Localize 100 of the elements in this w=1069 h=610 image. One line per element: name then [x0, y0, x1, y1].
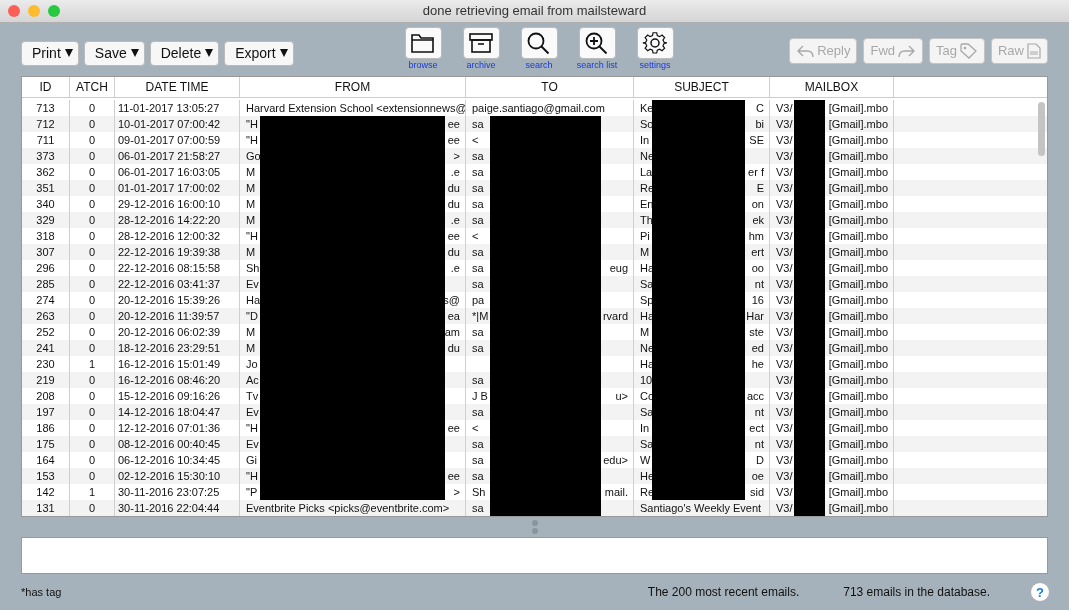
table-cell-text: nt: [754, 437, 764, 453]
table-cell-text: V3/: [776, 485, 793, 501]
toolbar-label[interactable]: search list: [576, 59, 618, 70]
table-cell-text: he: [751, 357, 764, 373]
table-cell-text: [Gmail].mbo: [828, 149, 888, 165]
reply-arrow-icon: [796, 43, 815, 58]
table-cell-text: .e: [450, 261, 460, 277]
table-cell-text: [Gmail].mbo: [828, 421, 888, 437]
toolbar-label[interactable]: settings: [639, 59, 671, 70]
table-cell-text: oo: [751, 261, 764, 277]
table-cell-text: Santiago's Weekly Event: [639, 501, 762, 517]
table-cell-text: sa: [472, 373, 484, 389]
table-cell-text: rvard: [602, 309, 628, 325]
column-header[interactable]: MAILBOX: [770, 77, 894, 98]
table-cell: 0: [70, 436, 115, 453]
table-cell-text: sa: [472, 501, 484, 517]
column-header[interactable]: SUBJECT: [634, 77, 770, 98]
table-cell: 30-11-2016 22:04:44: [115, 500, 240, 517]
toolbar-icon-button[interactable]: [636, 26, 674, 59]
dropdown-button[interactable]: Delete: [149, 40, 220, 66]
table-cell-text: [Gmail].mbo: [828, 197, 888, 213]
toolbar-label[interactable]: search: [525, 59, 553, 70]
table-cell-text: Sh: [472, 485, 486, 501]
table-cell: 16-12-2016 08:46:20: [115, 372, 240, 389]
table-cell: 175: [22, 436, 70, 453]
table-cell-text: [Gmail].mbo: [828, 293, 888, 309]
table-cell-text: sa: [472, 213, 484, 229]
table-cell-text: ek: [752, 213, 764, 229]
table-cell: 22-12-2016 03:41:37: [115, 276, 240, 293]
table-cell-text: am: [444, 325, 460, 341]
table-cell: 14-12-2016 18:04:47: [115, 404, 240, 421]
table-cell-text: u>: [615, 389, 628, 405]
table-cell-text: <: [472, 133, 479, 149]
table-cell-text: [Gmail].mbo: [828, 469, 888, 485]
table-cell-text: V3/: [776, 213, 793, 229]
table-cell-text: V3/: [776, 101, 793, 117]
table-cell-text: du: [447, 181, 460, 197]
table-cell-text: Ac: [246, 373, 259, 389]
column-header[interactable]: DATE TIME: [115, 77, 240, 98]
scrollbar-thumb[interactable]: [1038, 102, 1045, 157]
table-cell-text: [Gmail].mbo: [828, 453, 888, 469]
table-cell: 0: [70, 468, 115, 485]
dropdown-button[interactable]: Export: [224, 40, 294, 66]
window-title: done retrieving email from mailsteward: [422, 3, 647, 19]
table-cell-text: ea: [447, 309, 460, 325]
table-cell-text: sa: [472, 453, 484, 469]
table-cell: 28-12-2016 14:22:20: [115, 212, 240, 229]
status-text: 713 emails in the database.: [843, 585, 990, 600]
search-icon: [526, 30, 552, 55]
column-header[interactable]: FROM: [240, 77, 466, 98]
table-cell-text: V3/: [776, 341, 793, 357]
table-cell-text: V3/: [776, 405, 793, 421]
table-cell-text: "H: [246, 229, 258, 245]
table-cell-text: V3/: [776, 181, 793, 197]
table-cell: 197: [22, 404, 70, 421]
toolbar-icon-button[interactable]: [462, 26, 500, 59]
help-button[interactable]: ?: [1030, 582, 1050, 603]
table-cell-text: eug: [609, 261, 628, 277]
table-cell-text: V3/: [776, 437, 793, 453]
table-cell-text: nt: [754, 405, 764, 421]
table-cell-text: .e: [450, 165, 460, 181]
table-cell-text: [Gmail].mbo: [828, 485, 888, 501]
table-cell-text: ee: [447, 117, 460, 133]
table-cell-text: C: [756, 101, 764, 117]
folder-icon: [410, 31, 436, 54]
column-header[interactable]: TO: [466, 77, 634, 98]
toolbar-label[interactable]: archive: [466, 59, 496, 70]
table-cell-text: M: [246, 325, 256, 341]
dropdown-button[interactable]: Save: [83, 40, 145, 66]
table-cell-text: hm: [748, 229, 764, 245]
table-cell-text: V3/: [776, 117, 793, 133]
table-cell-text: V3/: [776, 453, 793, 469]
column-header[interactable]: ATCH: [70, 77, 115, 98]
table-cell-text: [Gmail].mbo: [828, 357, 888, 373]
table-cell: 263: [22, 308, 70, 325]
table-cell-text: V3/: [776, 389, 793, 405]
column-header[interactable]: ID: [22, 77, 70, 98]
table-cell-text: [Gmail].mbo: [828, 133, 888, 149]
table-cell-text: bi: [755, 117, 764, 133]
table-cell-text: [Gmail].mbo: [828, 101, 888, 117]
table-cell-text: [Gmail].mbo: [828, 181, 888, 197]
table-cell-text: J B: [472, 389, 488, 405]
table-cell: 01-01-2017 17:00:02: [115, 180, 240, 197]
toolbar-icon-button[interactable]: [578, 26, 616, 59]
toolbar-icon-button[interactable]: [520, 26, 558, 59]
table-cell-text: V3/: [776, 325, 793, 341]
document-icon: [1027, 42, 1041, 59]
table-cell: 06-01-2017 21:58:27: [115, 148, 240, 165]
table-cell-text: "D: [246, 309, 258, 325]
toolbar-label[interactable]: browse: [408, 59, 438, 70]
table-cell: 18-12-2016 23:29:51: [115, 340, 240, 357]
toolbar-icon-button[interactable]: [404, 26, 442, 59]
table-cell-text: Har: [746, 309, 764, 325]
table-cell: 131: [22, 500, 70, 517]
table-cell-text: Tv: [246, 389, 259, 405]
table-cell: 22-12-2016 19:39:38: [115, 244, 240, 261]
dropdown-button[interactable]: Print: [21, 40, 79, 66]
footnote-text: *has tag: [21, 586, 62, 599]
table-cell-text: Ha: [246, 293, 261, 309]
table-cell: 329: [22, 212, 70, 229]
